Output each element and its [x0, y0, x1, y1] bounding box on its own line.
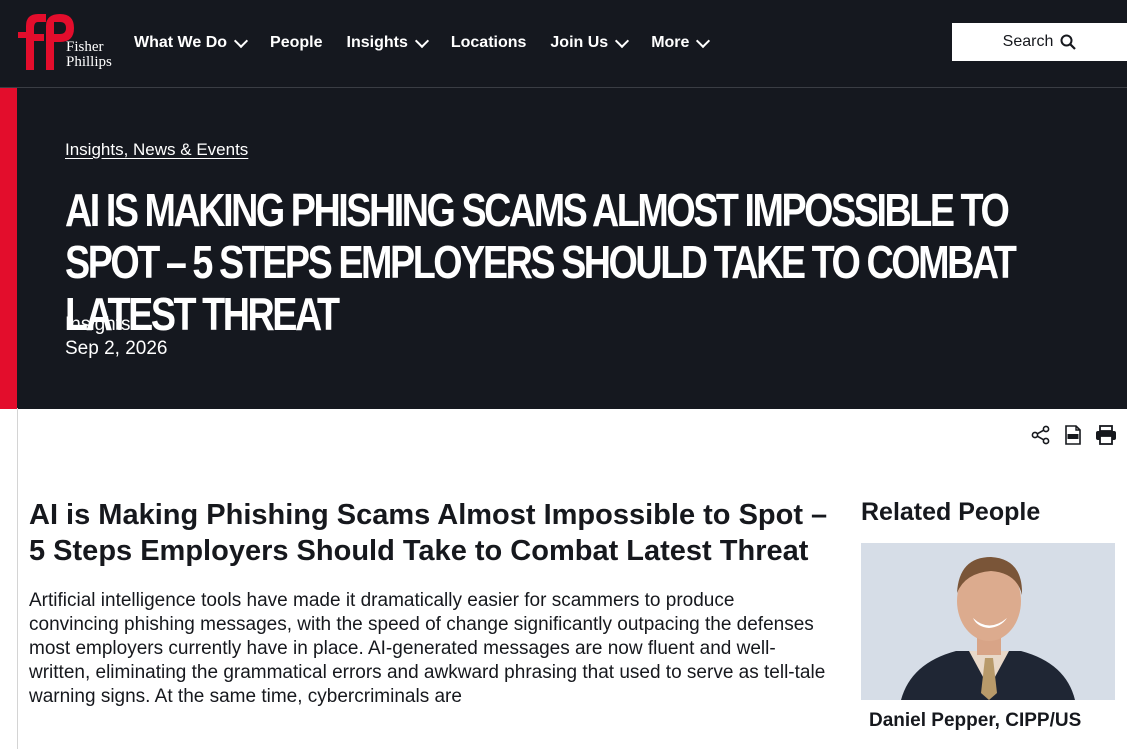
- nav-item-what-we-do[interactable]: What We Do: [134, 33, 249, 52]
- site-header: Fisher Phillips What We Do People Insigh…: [0, 0, 1127, 87]
- nav-label: Join Us: [550, 34, 609, 51]
- search-button[interactable]: Search: [952, 23, 1127, 61]
- search-label: Search: [1002, 33, 1054, 50]
- nav-label: Locations: [450, 34, 527, 51]
- article-title: AI is Making Phishing Scams Almost Impos…: [29, 499, 828, 567]
- share-icon[interactable]: [1031, 425, 1051, 450]
- chevron-down-icon: [696, 33, 711, 48]
- nav-item-locations[interactable]: Locations: [451, 34, 527, 52]
- nav-label: What We Do: [134, 34, 228, 51]
- chevron-down-icon: [414, 33, 429, 48]
- person-photo[interactable]: [861, 543, 1115, 700]
- person-portrait-image: [861, 543, 1115, 700]
- article-hero: Insights, News & Events AI IS MAKING PHI…: [0, 87, 1127, 409]
- main-nav: What We Do People Insights Locations Joi…: [134, 30, 732, 56]
- chevron-down-icon: [615, 33, 630, 48]
- nav-label: More: [651, 34, 690, 51]
- search-icon: [1060, 34, 1077, 50]
- nav-label: People: [270, 34, 323, 51]
- article-date: Sep 2, 2026: [65, 338, 168, 359]
- pdf-icon[interactable]: [1064, 425, 1082, 450]
- article-body: AI is Making Phishing Scams Almost Impos…: [29, 497, 829, 709]
- related-people: Related People Daniel Pepper, CIPP/US: [861, 497, 1115, 731]
- chevron-down-icon: [233, 33, 249, 48]
- related-people-heading: Related People: [861, 498, 1041, 526]
- nav-item-insights[interactable]: Insights: [346, 33, 429, 52]
- hero-title: AI IS MAKING PHISHING SCAMS ALMOST IMPOS…: [65, 184, 1017, 340]
- article-intro: Artificial intelligence tools have made …: [29, 590, 826, 707]
- accent-bar: [0, 88, 17, 409]
- article-tools: [1018, 425, 1117, 450]
- breadcrumb-link[interactable]: Insights, News & Events: [65, 140, 248, 160]
- logo-word-phillips: Phillips: [66, 54, 112, 70]
- logo-wordmark: Fisher Phillips: [66, 40, 112, 70]
- logo-word-fisher: Fisher: [66, 39, 104, 55]
- article-meta: Insights Sep 2, 2026: [65, 313, 167, 361]
- content-divider: [17, 408, 18, 749]
- nav-item-join-us[interactable]: Join Us: [550, 33, 630, 52]
- article-type: Insights: [65, 314, 131, 335]
- print-icon[interactable]: [1095, 425, 1117, 450]
- nav-label: Insights: [346, 34, 408, 51]
- fisher-phillips-logo[interactable]: Fisher Phillips: [16, 10, 126, 74]
- nav-item-people[interactable]: People: [270, 34, 322, 52]
- person-name-link[interactable]: Daniel Pepper, CIPP/US: [869, 710, 1081, 732]
- nav-item-more[interactable]: More: [651, 33, 711, 52]
